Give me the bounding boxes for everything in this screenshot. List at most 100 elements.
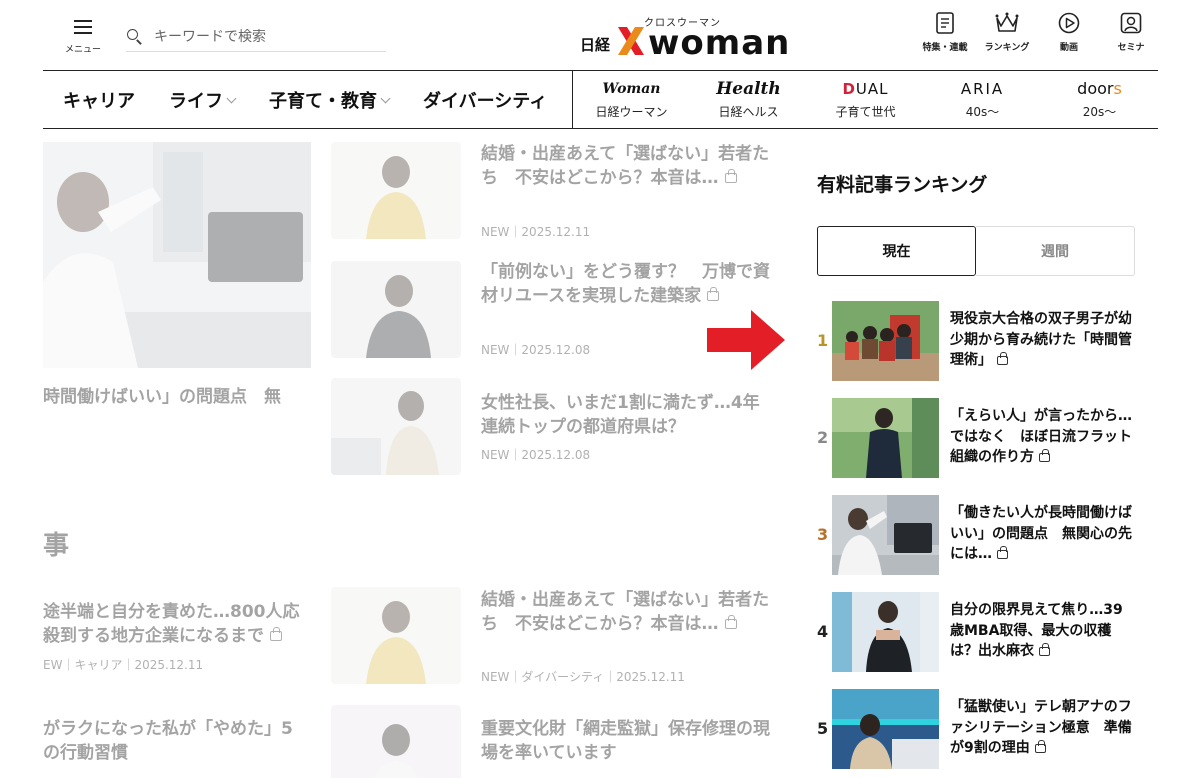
ranking-panel: 有料記事ランキング 現在 週間 1 現役京大合格の双子男子が幼少期から育み続けた… xyxy=(817,170,1137,769)
logo-nikkei: 日経 xyxy=(580,36,611,54)
logo-x-mark-icon xyxy=(618,27,644,55)
nav-diversity[interactable]: ダイバーシティ xyxy=(423,87,547,113)
article-meta: NEW｜ダイバーシティ｜2025.12.11 xyxy=(481,670,685,684)
features-label: 特集・連載 xyxy=(922,43,968,53)
rank-number: 1 xyxy=(817,331,829,350)
article-title[interactable]: 途半端と自分を責めた…800人応 xyxy=(43,600,313,624)
ranking-item-image[interactable] xyxy=(832,495,939,575)
menu-button[interactable]: メニュー xyxy=(62,20,104,60)
article-meta: NEW｜2025.12.08 xyxy=(481,448,591,462)
video-label: 動画 xyxy=(1059,43,1078,53)
ranking-label: ランキング xyxy=(984,43,1030,53)
ranking-tabs: 現在 週間 xyxy=(817,226,1135,276)
ranking-item[interactable]: 4 自分の限界見えて焦り…39歳MBA取得、最大の収穫は？出水麻衣 xyxy=(817,592,1137,674)
ranking-item-title: 「猛獣使い」テレ朝アナのファシリテーション極意 準備が9割の理由 xyxy=(950,697,1135,759)
article-title[interactable]: 女性社長、いまだ1割に満たず…4年連続トップの都道府県は？ xyxy=(481,391,771,439)
search-input[interactable] xyxy=(154,28,374,45)
chevron-down-icon xyxy=(380,93,391,103)
brand-health[interactable]: Health 日経ヘルス xyxy=(694,79,804,120)
hero-article-title[interactable]: 時間働けばいい」の問題点 無 xyxy=(43,382,311,407)
ranking-item-image[interactable] xyxy=(832,689,939,769)
ranking-item-image[interactable] xyxy=(832,398,939,478)
ranking-item-title: 「えらい人」が言ったから…ではなく ほぼ日流フラット組織の作り方 xyxy=(950,406,1135,468)
brand-aria-label: 40s〜 xyxy=(965,105,1000,119)
ranking-item[interactable]: 3 「働きたい人が長時間働けばいい」の問題点 無関心の先には… xyxy=(817,495,1137,577)
tab-current[interactable]: 現在 xyxy=(817,226,976,276)
ranking-item-title-text: 現役京大合格の双子男子が幼少期から育み続けた「時間管理術」 xyxy=(950,311,1132,368)
ranking-item-title: 「働きたい人が長時間働けばいい」の問題点 無関心の先には… xyxy=(950,503,1135,565)
article-image[interactable] xyxy=(331,587,461,684)
brand-doors-label: 20s〜 xyxy=(1082,105,1117,119)
article-title[interactable]: 殺到する地方企業になるまで xyxy=(43,624,313,648)
article-image[interactable] xyxy=(331,705,461,778)
article-title-text: 途半端と自分を責めた…800人応 xyxy=(43,602,300,622)
brand-woman-logo: Woman xyxy=(602,81,661,97)
nav-career[interactable]: キャリア xyxy=(63,87,135,113)
seminar-label: セミナ xyxy=(1117,43,1145,53)
brand-dual-logo: DUAL xyxy=(842,80,889,98)
ranking-item[interactable]: 5 「猛獣使い」テレ朝アナのファシリテーション極意 準備が9割の理由 xyxy=(817,689,1137,771)
nav-parenting[interactable]: 子育て・教育 xyxy=(269,87,391,113)
site-logo[interactable]: クロスウーマン 日経 woman xyxy=(580,14,790,63)
brand-dual[interactable]: DUAL 子育て世代 xyxy=(811,79,921,120)
tab-weekly[interactable]: 週間 xyxy=(976,226,1135,276)
lock-icon xyxy=(270,627,282,641)
article-image[interactable] xyxy=(331,142,461,239)
brand-health-label: 日経ヘルス xyxy=(718,105,779,119)
lock-icon xyxy=(724,169,737,183)
article-title[interactable]: の行動習慣 xyxy=(43,741,313,765)
features-link[interactable]: 特集・連載 xyxy=(914,12,976,53)
seminar-link[interactable]: セミナ xyxy=(1100,12,1162,53)
article-title-text: の行動習慣 xyxy=(43,743,128,763)
lock-icon xyxy=(1034,739,1046,753)
brand-dual-label: 子育て世代 xyxy=(835,105,896,119)
video-link[interactable]: 動画 xyxy=(1038,12,1100,53)
nav-life-label: ライフ xyxy=(169,90,223,112)
ranking-item-image[interactable] xyxy=(832,301,939,381)
article-meta: NEW｜2025.12.11 xyxy=(481,225,591,239)
search-icon[interactable] xyxy=(126,28,144,46)
article-title-text: 殺到する地方企業になるまで xyxy=(43,626,264,646)
lock-icon xyxy=(1039,448,1050,462)
ranking-item[interactable]: 1 現役京大合格の双子男子が幼少期から育み続けた「時間管理術」 xyxy=(817,301,1137,383)
ranking-title: 有料記事ランキング xyxy=(817,174,988,196)
article-title[interactable]: 「前例ない」をどう覆す？ 万博で資材リユースを実現した建築家 xyxy=(481,260,771,308)
lock-icon xyxy=(1039,642,1050,656)
category-nav: キャリア ライフ 子育て・教育 ダイバーシティ Woman 日経ウーマン Hea… xyxy=(43,70,1158,129)
article-title[interactable]: 重要文化財「網走監獄」保存修理の現場を率いています xyxy=(481,717,771,765)
article-image[interactable] xyxy=(331,378,461,475)
brand-menu: Woman 日経ウーマン Health 日経ヘルス DUAL 子育て世代 ARI… xyxy=(573,71,1158,128)
ranking-item-title-text: 「働きたい人が長時間働けばいい」の問題点 無関心の先には… xyxy=(950,505,1132,562)
ranking-item[interactable]: 2 「えらい人」が言ったから…ではなく ほぼ日流フラット組織の作り方 xyxy=(817,398,1137,480)
brand-aria[interactable]: ARIA 40s〜 xyxy=(928,79,1038,120)
logo-woman: woman xyxy=(648,23,791,63)
article-title[interactable]: 結婚・出産あえて「選ばない」若者たち 不安はどこから？本音は… xyxy=(481,142,771,190)
article-title[interactable]: がラクになった私が「やめた」5 xyxy=(43,717,313,741)
brand-health-logo: Health xyxy=(716,79,781,99)
article-title[interactable]: 結婚・出産あえて「選ばない」若者たち 不安はどこから？本音は… xyxy=(481,588,771,636)
brand-woman-label: 日経ウーマン xyxy=(595,105,668,119)
hero-article-image[interactable] xyxy=(43,142,311,368)
search-bar xyxy=(126,22,386,52)
rank-number: 2 xyxy=(817,428,829,447)
header-links: 特集・連載 ランキング 動画 セミナ xyxy=(914,12,1162,53)
brand-woman[interactable]: Woman 日経ウーマン xyxy=(577,79,687,120)
hamburger-icon xyxy=(74,20,92,34)
crown-icon xyxy=(995,12,1019,32)
ranking-item-image[interactable] xyxy=(832,592,939,672)
ranking-item-title: 自分の限界見えて焦り…39歳MBA取得、最大の収穫は？出水麻衣 xyxy=(950,600,1135,662)
lock-icon xyxy=(724,615,737,629)
site-header: メニュー クロスウーマン 日経 woman 特集・連載 xyxy=(0,0,1200,70)
brand-doors[interactable]: doors 20s〜 xyxy=(1045,79,1155,120)
article-title-text: 「前例ない」をどう覆す？ 万博で資材リユースを実現した建築家 xyxy=(481,262,770,306)
article-image[interactable] xyxy=(331,261,461,358)
article-meta: EW｜キャリア｜2025.12.11 xyxy=(43,658,204,672)
nav-life[interactable]: ライフ xyxy=(169,87,237,113)
ranking-link[interactable]: ランキング xyxy=(976,12,1038,53)
play-icon xyxy=(1058,12,1080,34)
nav-diversity-label: ダイバーシティ xyxy=(423,90,548,112)
article-title-text: がラクになった私が「やめた」5 xyxy=(43,719,293,739)
lock-icon xyxy=(997,351,1008,365)
ranking-item-title: 現役京大合格の双子男子が幼少期から育み続けた「時間管理術」 xyxy=(950,309,1135,371)
article-list-faded: 時間働けばいい」の問題点 無 結婚・出産あえて「選ばない」若者たち 不安はどこか… xyxy=(0,130,790,778)
